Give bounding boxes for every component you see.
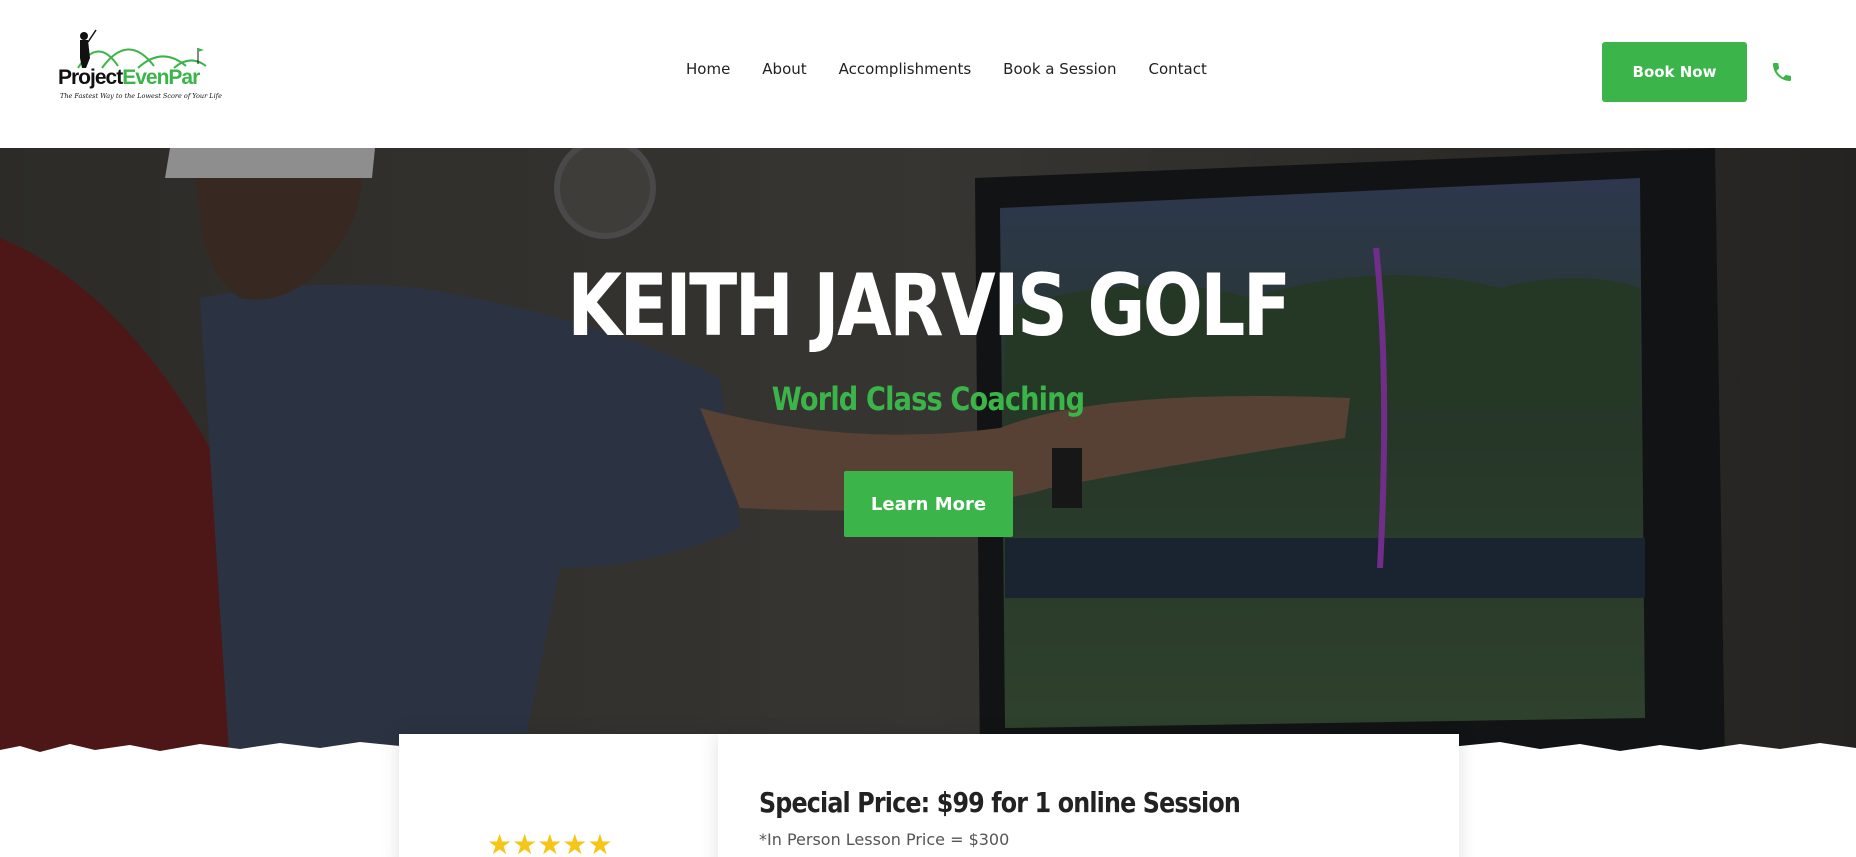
offer-card: Special Price: $99 for 1 online Session …: [718, 734, 1459, 857]
logo-wordmark: ProjectEvenPar: [58, 66, 200, 89]
nav-accomplishments[interactable]: Accomplishments: [839, 60, 972, 78]
in-person-price-note: *In Person Lesson Price = $300: [759, 830, 1010, 849]
hero-title: KEITH JARVIS GOLF: [567, 256, 1291, 356]
phone-icon[interactable]: [1770, 60, 1794, 84]
hero-subtitle: World Class Coaching: [771, 380, 1085, 418]
main-nav: Home About Accomplishments Book a Sessio…: [686, 60, 1239, 78]
hero-section: KEITH JARVIS GOLF World Class Coaching L…: [0, 148, 1856, 768]
nav-contact[interactable]: Contact: [1148, 60, 1206, 78]
logo-tagline: The Fastest Way to the Lowest Score of Y…: [60, 92, 222, 100]
nav-book-a-session[interactable]: Book a Session: [1003, 60, 1116, 78]
rating-card: ★★★★★: [399, 734, 719, 857]
site-header: ProjectEvenPar The Fastest Way to the Lo…: [0, 0, 1856, 148]
project-even-par-logo[interactable]: ProjectEvenPar The Fastest Way to the Lo…: [58, 28, 222, 104]
nav-about[interactable]: About: [762, 60, 806, 78]
five-star-rating-icon: ★★★★★: [487, 829, 613, 857]
learn-more-button[interactable]: Learn More: [844, 471, 1013, 537]
special-price-heading: Special Price: $99 for 1 online Session: [759, 786, 1241, 819]
hero-background-image: [0, 148, 1856, 768]
book-now-button[interactable]: Book Now: [1602, 42, 1747, 102]
nav-home[interactable]: Home: [686, 60, 730, 78]
